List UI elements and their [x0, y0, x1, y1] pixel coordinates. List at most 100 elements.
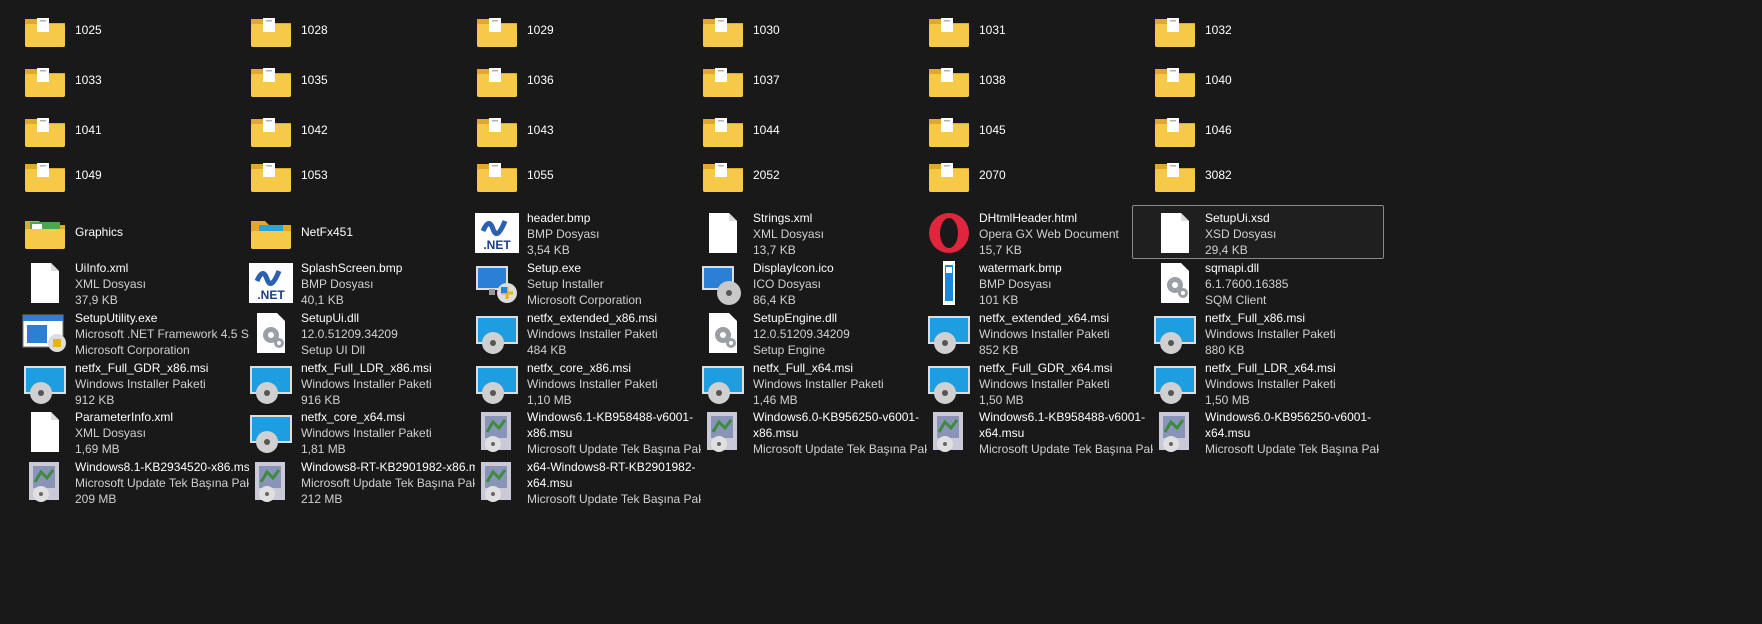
file-item[interactable]: SetupUi.xsd XSD Dosyası 29,4 KB — [1132, 205, 1384, 259]
folder-icon — [1151, 57, 1199, 105]
item-name: Windows6.1-KB958488-v6001-x86.msu — [527, 410, 694, 440]
folder-item[interactable]: 1055 — [454, 148, 706, 202]
folder-item[interactable]: 1049 — [2, 148, 254, 202]
item-name: Setup.exe — [527, 261, 582, 275]
file-item[interactable]: netfx_extended_x64.msi Windows Installer … — [906, 305, 1158, 359]
item-text: watermark.bmp BMP Dosyası 101 KB — [979, 260, 1153, 308]
watermark-bitmap-icon — [925, 259, 973, 307]
msu-update-icon — [247, 458, 295, 506]
item-name: 1033 — [75, 73, 102, 87]
folder-item[interactable]: 1053 — [228, 148, 480, 202]
item-type: 12.0.51209.34209 — [301, 327, 398, 341]
file-item[interactable]: sqmapi.dll 6.1.7600.16385 SQM Client — [1132, 255, 1384, 309]
item-text: 1046 — [1205, 122, 1379, 138]
file-item[interactable]: netfx_Full_LDR_x86.msi Windows Installer … — [228, 355, 480, 409]
file-item[interactable]: SetupUi.dll 12.0.51209.34209 Setup UI Dll — [228, 305, 480, 359]
folder-item[interactable]: 1030 — [680, 3, 932, 57]
item-text: Graphics — [75, 224, 249, 240]
file-item[interactable]: x64-Windows8-RT-KB2901982-x64.msu Microso… — [454, 454, 706, 508]
folder-item[interactable]: 3082 — [1132, 148, 1384, 202]
file-item[interactable]: netfx_Full_x86.msi Windows Installer Pake… — [1132, 305, 1384, 359]
file-item[interactable]: .NET header.bmp BMP Dosyası 3,54 KB — [454, 205, 706, 259]
file-item[interactable]: Windows6.1-KB958488-v6001-x86.msu Microso… — [454, 404, 706, 458]
file-item[interactable]: Windows8.1-KB2934520-x86.msu Microsoft Up… — [2, 454, 254, 508]
item-type: Setup Installer — [527, 277, 604, 291]
item-name: SetupUi.xsd — [1205, 211, 1270, 225]
folder-icon — [1151, 7, 1199, 55]
file-item[interactable]: netfx_extended_x86.msi Windows Installer … — [454, 305, 706, 359]
item-name: NetFx451 — [301, 225, 354, 239]
item-type: Opera GX Web Document — [979, 227, 1119, 241]
folder-item[interactable]: 1028 — [228, 3, 480, 57]
msi-package-icon — [925, 359, 973, 407]
item-name: UiInfo.xml — [75, 261, 129, 275]
file-item[interactable]: SetupUtility.exe Microsoft .NET Framework… — [2, 305, 254, 359]
item-text: DHtmlHeader.html Opera GX Web Document 15,… — [979, 210, 1153, 258]
folder-item[interactable]: 1038 — [906, 53, 1158, 107]
folder-item[interactable]: 1032 — [1132, 3, 1384, 57]
file-item[interactable]: watermark.bmp BMP Dosyası 101 KB — [906, 255, 1158, 309]
file-item[interactable]: SetupEngine.dll 12.0.51209.34209 Setup Eng… — [680, 305, 932, 359]
item-name: x64-Windows8-RT-KB2901982-x64.msu — [527, 460, 696, 490]
file-item[interactable]: Windows6.1-KB958488-v6001-x64.msu Microso… — [906, 404, 1158, 458]
folder-item[interactable]: 1025 — [2, 3, 254, 57]
folder-item[interactable]: 1040 — [1132, 53, 1384, 107]
dll-gear-icon — [247, 309, 295, 357]
folder-item[interactable]: 1037 — [680, 53, 932, 107]
dll-gear-icon — [1151, 259, 1199, 307]
item-text: UiInfo.xml XML Dosyası 37,9 KB — [75, 260, 249, 308]
item-text: Windows6.1-KB958488-v6001-x86.msu Microso… — [527, 409, 701, 457]
file-item[interactable]: Windows6.0-KB956250-v6001-x86.msu Microso… — [680, 404, 932, 458]
file-item[interactable]: Windows6.0-KB956250-v6001-x64.msu Microso… — [1132, 404, 1384, 458]
file-item[interactable]: Strings.xml XML Dosyası 13,7 KB — [680, 205, 932, 259]
item-text: Windows8-RT-KB2901982-x86.msu Microsoft U… — [301, 459, 475, 507]
item-name: 2052 — [753, 168, 780, 182]
item-name: 1042 — [301, 123, 328, 137]
folder-item[interactable]: 1033 — [2, 53, 254, 107]
item-name: 1028 — [301, 23, 328, 37]
folder-item[interactable]: 1029 — [454, 3, 706, 57]
file-item[interactable]: netfx_Full_LDR_x64.msi Windows Installer … — [1132, 355, 1384, 409]
file-item[interactable]: Windows8-RT-KB2901982-x86.msu Microsoft U… — [228, 454, 480, 508]
file-item[interactable]: DisplayIcon.ico ICO Dosyası 86,4 KB — [680, 255, 932, 309]
file-item[interactable]: .NET SplashScreen.bmp BMP Dosyası 40,1 KB — [228, 255, 480, 309]
folder-icon — [925, 152, 973, 200]
item-type: Windows Installer Paketi — [527, 327, 658, 341]
file-item[interactable]: netfx_core_x86.msi Windows Installer Pake… — [454, 355, 706, 409]
item-text: 1028 — [301, 22, 475, 38]
folder-item[interactable]: NetFx451 — [228, 205, 480, 259]
svg-text:.NET: .NET — [483, 238, 511, 252]
item-type: Microsoft Update Tek Başına Paketi — [75, 476, 249, 490]
item-name: netfx_Full_GDR_x86.msi — [75, 361, 209, 375]
folder-item[interactable]: 1035 — [228, 53, 480, 107]
item-text: netfx_Full_LDR_x86.msi Windows Installer … — [301, 360, 475, 408]
folder-item[interactable]: 2070 — [906, 148, 1158, 202]
file-item[interactable]: DHtmlHeader.html Opera GX Web Document 15,… — [906, 205, 1158, 259]
file-item[interactable]: Setup.exe Setup Installer Microsoft Corpor… — [454, 255, 706, 309]
folder-icon — [247, 57, 295, 105]
item-name: Graphics — [75, 225, 124, 239]
file-item[interactable]: netfx_core_x64.msi Windows Installer Pake… — [228, 404, 480, 458]
file-item[interactable]: netfx_Full_x64.msi Windows Installer Pake… — [680, 355, 932, 409]
item-name: 1032 — [1205, 23, 1232, 37]
item-text: SetupUi.dll 12.0.51209.34209 Setup UI Dll — [301, 310, 475, 358]
item-text: ParameterInfo.xml XML Dosyası 1,69 MB — [75, 409, 249, 457]
folder-item[interactable]: 2052 — [680, 148, 932, 202]
item-detail: 212 MB — [301, 492, 343, 506]
item-name: 3082 — [1205, 168, 1232, 182]
item-text: 1025 — [75, 22, 249, 38]
file-item[interactable]: UiInfo.xml XML Dosyası 37,9 KB — [2, 255, 254, 309]
folder-item[interactable]: Graphics — [2, 205, 254, 259]
file-item[interactable]: netfx_Full_GDR_x64.msi Windows Installer … — [906, 355, 1158, 409]
setup-installer-icon — [473, 259, 521, 307]
file-item[interactable]: ParameterInfo.xml XML Dosyası 1,69 MB — [2, 404, 254, 458]
item-name: Windows6.1-KB958488-v6001-x64.msu — [979, 410, 1146, 440]
item-text: 1033 — [75, 72, 249, 88]
folder-item[interactable]: 1036 — [454, 53, 706, 107]
msi-package-icon — [1151, 359, 1199, 407]
item-name: Windows8-RT-KB2901982-x86.msu — [301, 460, 475, 474]
item-type: Microsoft Update Tek Başına Paketi — [1205, 442, 1379, 456]
item-type: Windows Installer Paketi — [75, 377, 206, 391]
folder-item[interactable]: 1031 — [906, 3, 1158, 57]
file-item[interactable]: netfx_Full_GDR_x86.msi Windows Installer … — [2, 355, 254, 409]
